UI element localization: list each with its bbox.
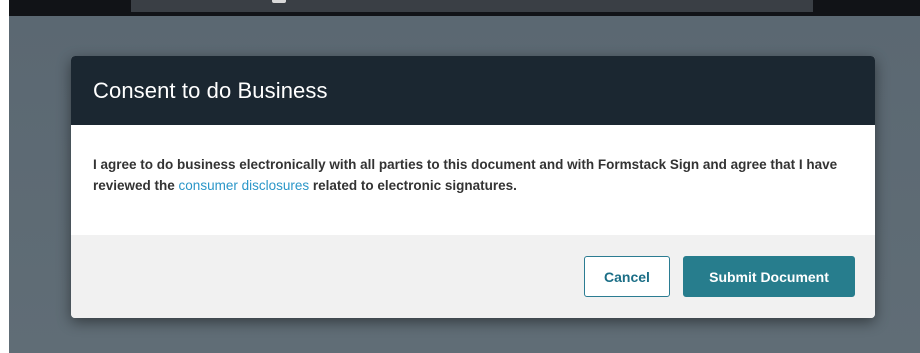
top-toolbar-strip	[9, 0, 920, 16]
document-viewer-edge	[131, 0, 813, 12]
dialog-header: Consent to do Business	[71, 56, 875, 125]
consent-dialog: Consent to do Business I agree to do bus…	[71, 56, 875, 318]
submit-document-button[interactable]: Submit Document	[683, 256, 855, 297]
dialog-footer: Cancel Submit Document	[71, 235, 875, 318]
dialog-body: I agree to do business electronically wi…	[71, 125, 875, 235]
dialog-title: Consent to do Business	[93, 77, 328, 103]
cancel-button[interactable]: Cancel	[584, 256, 670, 297]
page-edge	[0, 0, 9, 353]
consent-text-part-2: related to electronic signatures.	[309, 178, 517, 193]
consent-statement: I agree to do business electronically wi…	[93, 154, 853, 196]
app-background: Consent to do Business I agree to do bus…	[9, 0, 920, 353]
consumer-disclosures-link[interactable]: consumer disclosures	[179, 178, 310, 193]
scroll-indicator	[272, 0, 286, 3]
